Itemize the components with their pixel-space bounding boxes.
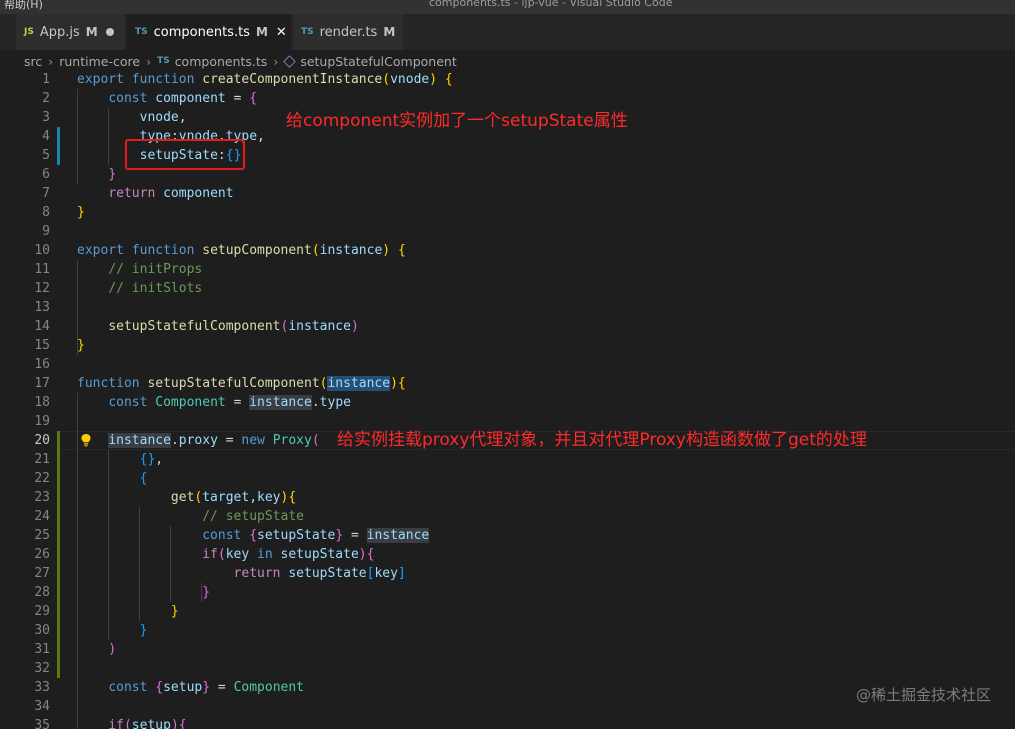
line-number: 9 xyxy=(42,224,50,239)
breadcrumb-src[interactable]: src xyxy=(24,54,42,69)
line-number: 33 xyxy=(34,680,50,695)
code-line[interactable]: setupStatefulComponent(instance) xyxy=(77,317,358,336)
line-number: 6 xyxy=(42,167,50,182)
line-number: 23 xyxy=(34,490,50,505)
watermark: @稀土掘金技术社区 xyxy=(855,686,991,704)
tab-label: render.ts xyxy=(319,24,378,40)
chevron-right-icon: › xyxy=(146,53,152,69)
code-line[interactable]: const {setup} = Component xyxy=(77,678,304,697)
chevron-right-icon: › xyxy=(48,53,54,69)
line-number: 34 xyxy=(34,699,50,714)
line-number: 4 xyxy=(42,129,50,144)
tab-label: App.js xyxy=(39,24,80,40)
modified-badge: M xyxy=(255,25,268,39)
line-number: 20 xyxy=(34,433,50,448)
code-line[interactable]: return setupState[key] xyxy=(77,564,406,583)
line-number: 30 xyxy=(34,623,50,638)
breadcrumb-runtime-core[interactable]: runtime-core xyxy=(59,54,140,69)
code-line[interactable]: ) xyxy=(77,640,116,659)
code-line[interactable]: } xyxy=(77,336,85,355)
line-number: 3 xyxy=(42,110,50,125)
code-line[interactable]: { xyxy=(77,469,148,488)
modified-badge: M xyxy=(85,25,98,39)
line-number: 35 xyxy=(34,718,50,729)
code-line[interactable]: } xyxy=(77,602,179,621)
line-number: 7 xyxy=(42,186,50,201)
code-line[interactable]: return component xyxy=(77,184,233,203)
code-line[interactable]: } xyxy=(77,621,148,640)
line-number: 21 xyxy=(34,452,50,467)
line-number: 2 xyxy=(42,91,50,106)
line-number: 26 xyxy=(34,547,50,562)
line-number: 8 xyxy=(42,205,50,220)
line-number: 22 xyxy=(34,471,50,486)
code-line[interactable]: } xyxy=(77,203,85,222)
line-number-gutter: 1 2 3 4 5 6 7 8 9 10 11 12 13 14 15 16 17 18 19 20 21 22 23 24 2… xyxy=(0,70,60,729)
code-line[interactable]: export function createComponentInstance(… xyxy=(77,70,453,89)
modified-line-marker xyxy=(57,127,60,165)
line-number: 28 xyxy=(34,585,50,600)
tab-components-ts[interactable]: TS components.ts M ✕ xyxy=(127,14,291,50)
code-line[interactable]: if(key in setupState){ xyxy=(77,545,374,564)
modified-badge: M xyxy=(383,25,396,39)
highlight-box-setup-state xyxy=(125,139,245,170)
line-number: 13 xyxy=(34,300,50,315)
line-number: 32 xyxy=(34,661,50,676)
added-lines-marker xyxy=(57,431,60,678)
line-number: 25 xyxy=(34,528,50,543)
code-line[interactable]: // initProps xyxy=(77,260,202,279)
ts-file-icon: TS xyxy=(157,56,170,66)
tab-render-ts[interactable]: TS render.ts M xyxy=(293,14,403,50)
close-icon[interactable]: ✕ xyxy=(276,25,287,40)
line-number: 17 xyxy=(34,376,50,391)
annotation-setup-state: 给component实例加了一个setupState属性 xyxy=(286,111,628,131)
code-line[interactable]: const {setupState} = instance xyxy=(77,526,430,545)
line-number: 15 xyxy=(34,338,50,353)
code-line[interactable]: } xyxy=(77,583,210,602)
menu-help[interactable]: 帮助(H) xyxy=(4,0,43,12)
breadcrumb-file[interactable]: components.ts xyxy=(175,54,268,69)
line-number: 14 xyxy=(34,319,50,334)
ts-file-icon: TS xyxy=(135,27,148,37)
line-number: 29 xyxy=(34,604,50,619)
tab-app-js[interactable]: JS App.js M xyxy=(16,14,125,50)
code-line[interactable]: const component = { xyxy=(77,89,257,108)
code-line[interactable]: {}, xyxy=(77,450,163,469)
code-line[interactable]: vnode, xyxy=(77,108,187,127)
line-number: 5 xyxy=(42,148,50,163)
chevron-right-icon: › xyxy=(273,53,279,69)
method-symbol-icon xyxy=(283,54,297,68)
code-line[interactable]: if(setup){ xyxy=(77,716,186,729)
line-number: 24 xyxy=(34,509,50,524)
breadcrumb-symbol[interactable]: setupStatefulComponent xyxy=(300,54,456,69)
code-line[interactable]: function setupStatefulComponent(instance… xyxy=(77,374,406,393)
code-line[interactable]: const Component = instance.type xyxy=(77,393,351,412)
code-line[interactable]: // setupState xyxy=(77,507,304,526)
line-number: 16 xyxy=(34,357,50,372)
line-number: 31 xyxy=(34,642,50,657)
line-number: 19 xyxy=(34,414,50,429)
line-number: 11 xyxy=(34,262,50,277)
line-number: 1 xyxy=(42,72,50,87)
ts-file-icon: TS xyxy=(301,27,314,37)
code-line[interactable]: // initSlots xyxy=(77,279,202,298)
unsaved-dot-icon[interactable] xyxy=(105,28,114,36)
code-line[interactable]: export function setupComponent(instance)… xyxy=(77,241,406,260)
code-line[interactable]: get(target,key){ xyxy=(77,488,296,507)
tab-label: components.ts xyxy=(153,24,250,40)
line-number: 18 xyxy=(34,395,50,410)
window-title: components.ts - ljp-vue - Visual Studio … xyxy=(429,0,673,9)
line-number: 10 xyxy=(34,243,50,258)
annotation-proxy: 给实例挂载proxy代理对象，并且对代理Proxy构造函数做了get的处理 xyxy=(337,430,867,450)
title-bar: 帮助(H) components.ts - ljp-vue - Visual S… xyxy=(0,0,1015,14)
line-number: 12 xyxy=(34,281,50,296)
line-number: 27 xyxy=(34,566,50,581)
tab-bar: JS App.js M TS components.ts M ✕ TS rend… xyxy=(0,14,1015,50)
code-editor[interactable]: 1 2 3 4 5 6 7 8 9 10 11 12 13 14 15 16 17 18 19 20 21 22 23 24 2… xyxy=(0,70,1015,729)
code-line[interactable]: instance.proxy = new Proxy( xyxy=(77,431,320,450)
code-line[interactable]: } xyxy=(77,165,116,184)
breadcrumb: src › runtime-core › TS components.ts › … xyxy=(0,50,1015,72)
js-file-icon: JS xyxy=(24,27,34,37)
